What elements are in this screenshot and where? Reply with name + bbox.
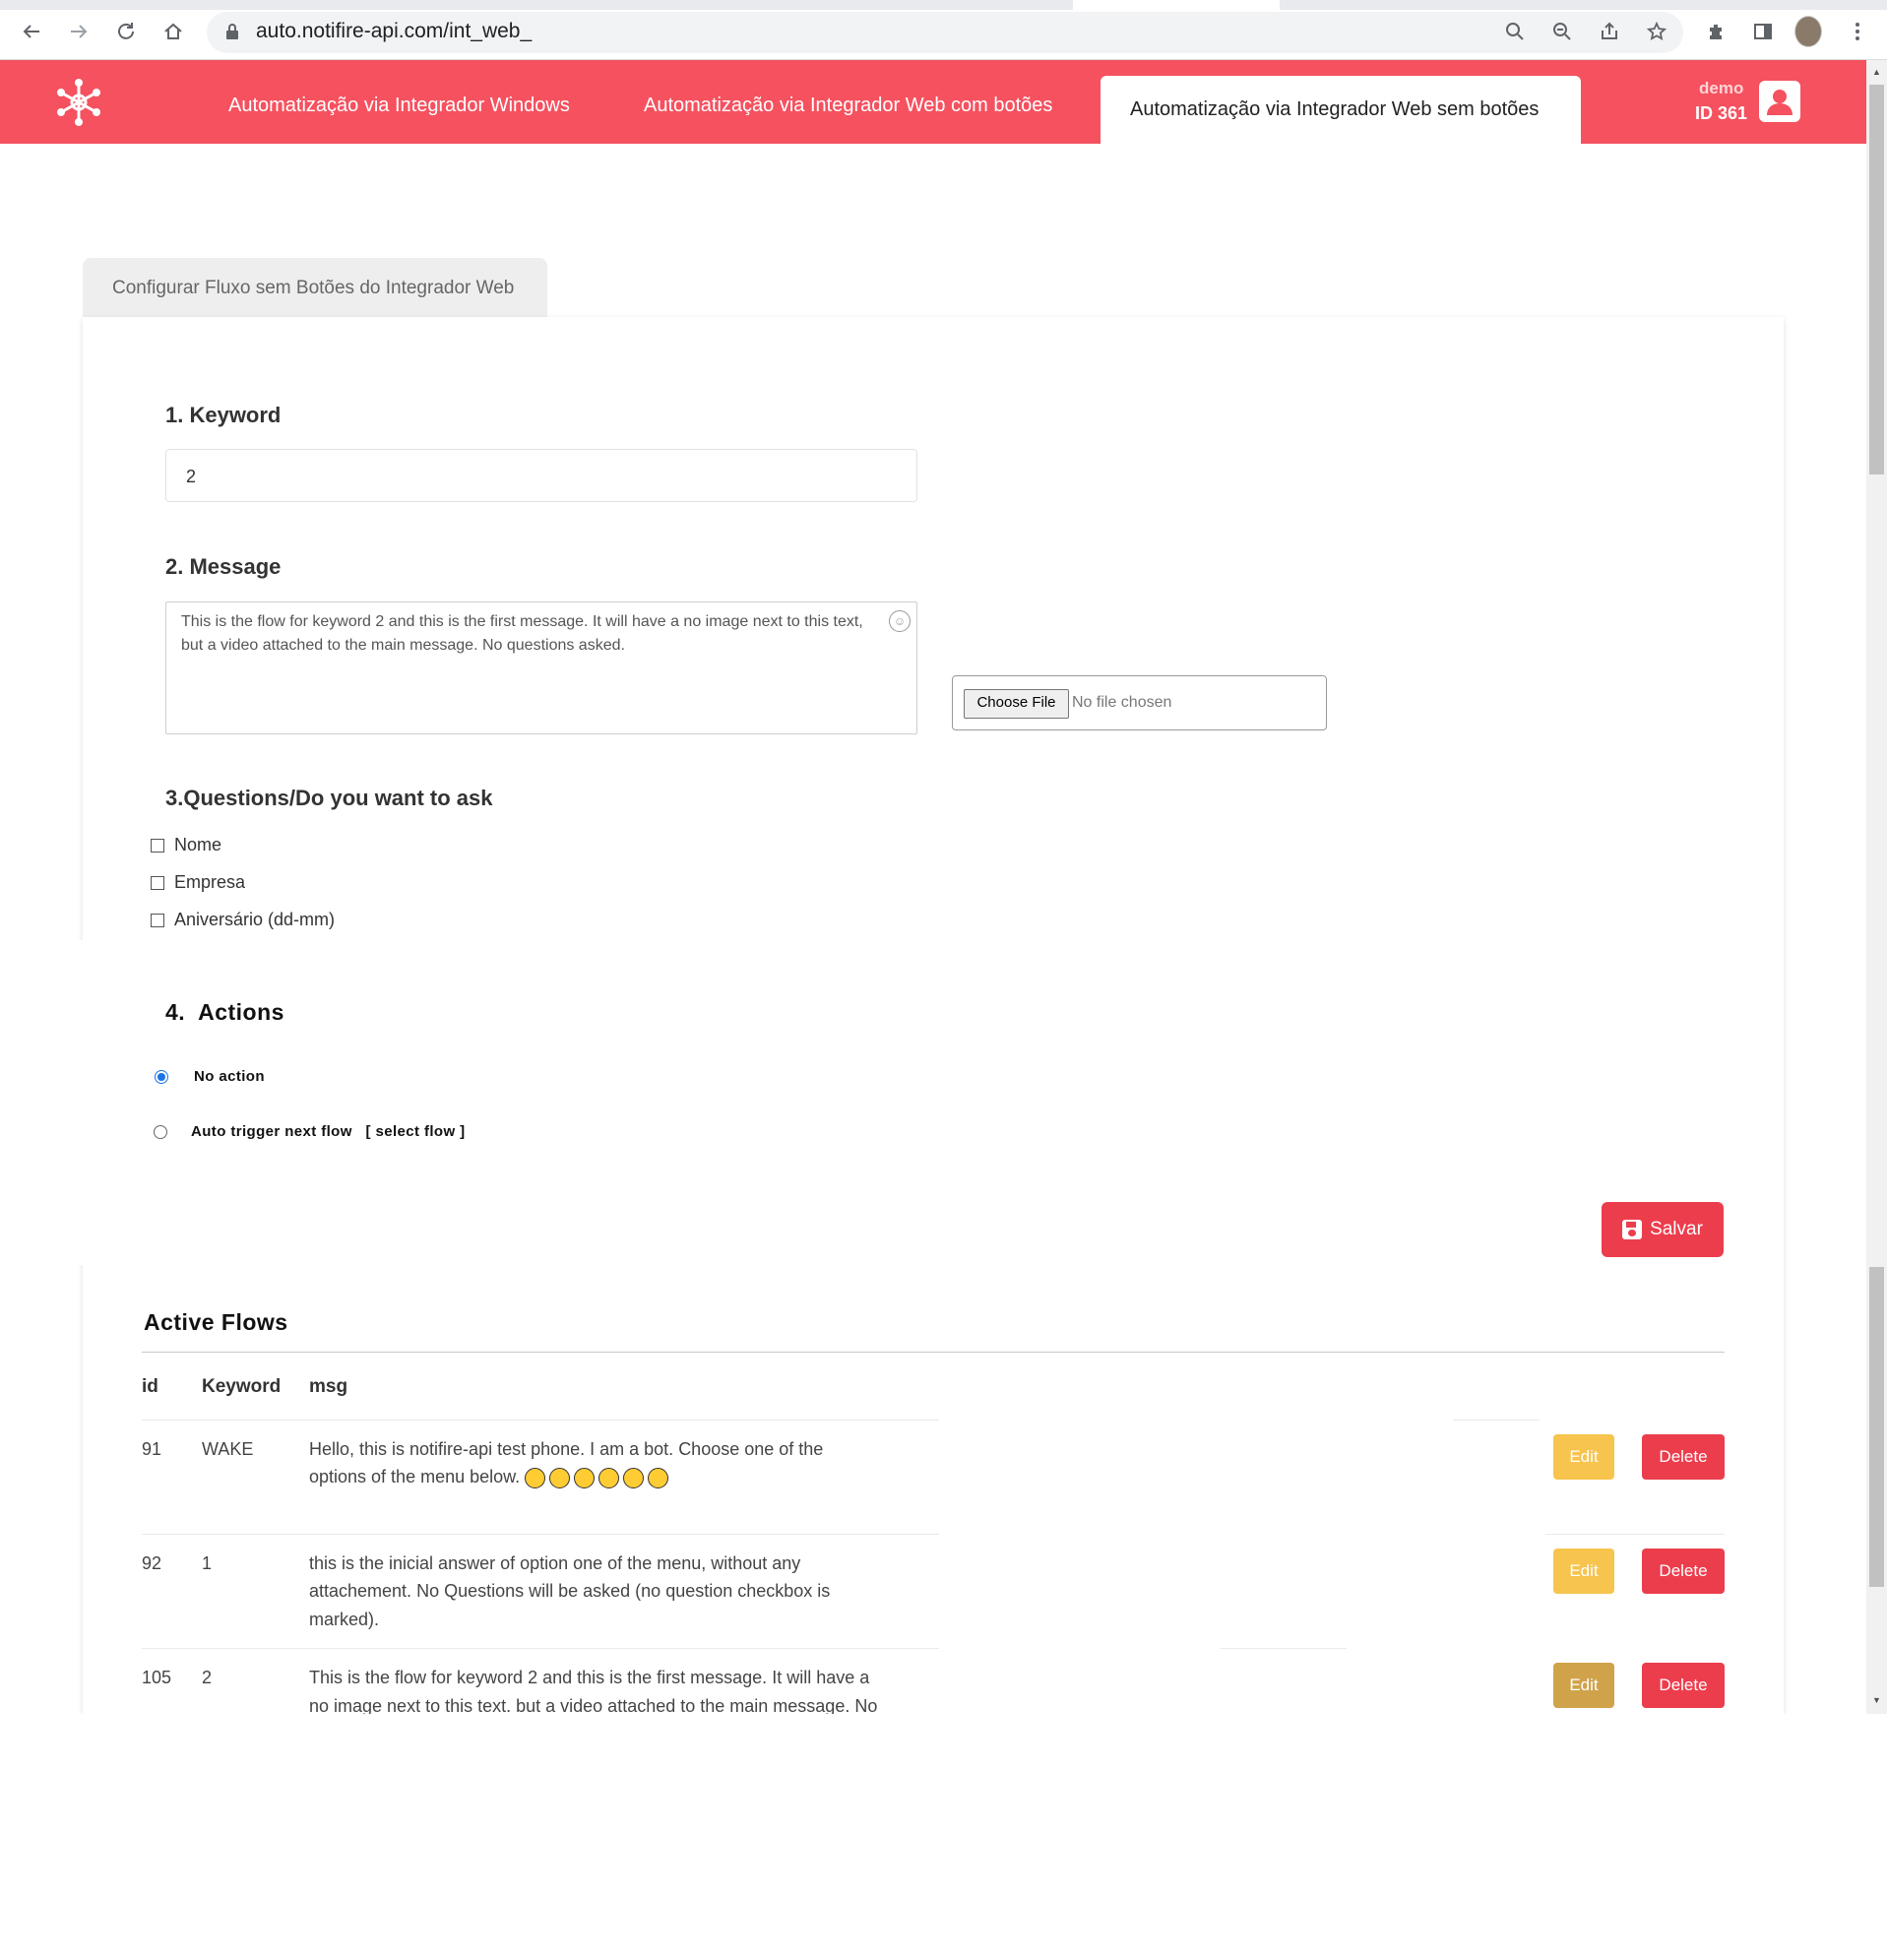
active-browser-tab[interactable]: [1073, 0, 1280, 10]
table-row-92-msg-line2: attachement. No Questions will be asked …: [309, 1581, 831, 1601]
innocent-emoji-icon: [598, 1467, 620, 1488]
tab-integrador-web-sem-botoes[interactable]: Automatização via Integrador Web sem bot…: [1130, 98, 1539, 121]
message-textarea[interactable]: This is the flow for keyword 2 and this …: [165, 601, 917, 734]
table-row-91-id: 91: [142, 1439, 162, 1459]
profile-avatar-icon[interactable]: [1794, 16, 1822, 47]
checkbox-label-nome: Nome: [174, 835, 222, 854]
table-row-92-keyword: 1: [202, 1553, 213, 1573]
edit-button[interactable]: Edit: [1553, 1434, 1614, 1480]
tab-integrador-windows[interactable]: Automatização via Integrador Windows: [228, 95, 570, 117]
scrollbar-thumb[interactable]: [1869, 85, 1884, 474]
table-row-105-keyword: 2: [202, 1668, 213, 1687]
message-label: 2. Message: [165, 554, 282, 579]
row-divider: [1221, 1648, 1347, 1649]
row-divider: [142, 1648, 939, 1649]
user-id: ID 361: [1695, 103, 1748, 123]
wink-emoji-icon: [623, 1467, 645, 1488]
reload-icon[interactable]: [112, 18, 140, 45]
table-row-91-keyword: WAKE: [202, 1439, 254, 1459]
table-row-92-msg-line1: this is the inicial answer of option one…: [309, 1553, 801, 1573]
tab-strip: [0, 0, 1887, 10]
edit-button[interactable]: Edit: [1553, 1663, 1614, 1708]
radio-no-action[interactable]: [155, 1070, 168, 1084]
side-panel-icon[interactable]: [1749, 18, 1777, 45]
smile-emoji-icon: [549, 1467, 571, 1488]
search-icon[interactable]: [1501, 18, 1529, 45]
no-file-text: No file chosen: [1072, 694, 1172, 711]
table-row-91-msg-line2: options of the menu below.: [309, 1463, 669, 1490]
back-icon[interactable]: [18, 18, 45, 45]
column-header-keyword: Keyword: [202, 1376, 282, 1397]
radio-auto-trigger[interactable]: [154, 1125, 167, 1139]
config-card: [83, 317, 1784, 1715]
checkbox-aniversario[interactable]: [151, 914, 164, 927]
card-edge-cover: [59, 940, 89, 1265]
keyword-label: 1. Keyword: [165, 403, 282, 427]
delete-button[interactable]: Delete: [1642, 1549, 1725, 1594]
row-divider: [1545, 1534, 1725, 1535]
scroll-up-icon[interactable]: ▲: [1869, 67, 1884, 81]
save-button[interactable]: Salvar: [1602, 1202, 1724, 1257]
delete-button[interactable]: Delete: [1642, 1663, 1725, 1708]
table-row-91-msg-line1: Hello, this is notifire-api test phone. …: [309, 1439, 824, 1459]
table-row-92-msg-line3: marked).: [309, 1610, 380, 1629]
grin-emoji-icon: [525, 1467, 546, 1488]
edit-button[interactable]: Edit: [1553, 1549, 1614, 1594]
menu-dots-icon[interactable]: [1844, 18, 1871, 45]
radio-label-no-action: No action: [194, 1068, 265, 1085]
checkbox-nome[interactable]: [151, 839, 164, 853]
extensions-icon[interactable]: [1702, 18, 1730, 45]
save-icon: [1622, 1220, 1643, 1239]
user-avatar-icon[interactable]: [1759, 81, 1800, 122]
row-divider: [1453, 1420, 1540, 1421]
zoom-out-icon[interactable]: [1548, 18, 1576, 45]
row-divider: [142, 1534, 939, 1535]
below-viewport-area: [0, 1714, 1887, 1960]
delete-button[interactable]: Delete: [1642, 1434, 1725, 1480]
section-tab-label[interactable]: Configurar Fluxo sem Botões do Integrado…: [112, 278, 514, 299]
active-flows-title: Active Flows: [144, 1309, 288, 1335]
save-button-label: Salvar: [1650, 1219, 1703, 1239]
row-divider: [142, 1420, 939, 1421]
bookmark-star-icon[interactable]: [1643, 18, 1670, 45]
keyword-input[interactable]: 2: [165, 449, 917, 502]
emoji-sequence: [525, 1467, 669, 1488]
lock-icon[interactable]: [219, 18, 246, 45]
active-flows-divider: [142, 1352, 1725, 1353]
checkbox-label-aniversario: Aniversário (dd-mm): [174, 910, 336, 929]
checkbox-label-empresa: Empresa: [174, 872, 246, 892]
url-text[interactable]: auto.notifire-api.com/int_web_: [256, 20, 532, 43]
column-header-id: id: [142, 1376, 158, 1397]
home-icon[interactable]: [159, 18, 187, 45]
column-header-msg: msg: [309, 1376, 348, 1397]
checkbox-empresa[interactable]: [151, 876, 164, 890]
tab-integrador-web-com-botoes[interactable]: Automatização via Integrador Web com bot…: [644, 95, 1052, 117]
table-row-105-id: 105: [142, 1668, 172, 1687]
network-logo-icon[interactable]: [51, 75, 106, 130]
table-row-91-msg-line2-text: options of the menu below.: [309, 1467, 521, 1486]
table-row-105-msg-line1: This is the flow for keyword 2 and this …: [309, 1668, 870, 1687]
smiley-emoji-icon: [574, 1467, 596, 1488]
scrollbar-thumb-lower[interactable]: [1869, 1267, 1884, 1587]
forward-icon[interactable]: [65, 18, 93, 45]
actions-label: 4. Actions: [165, 999, 284, 1025]
share-icon[interactable]: [1596, 18, 1623, 45]
scroll-down-icon[interactable]: ▼: [1869, 1695, 1884, 1709]
emoji-picker-icon[interactable]: ☺: [889, 610, 911, 632]
table-row-92-id: 92: [142, 1553, 162, 1573]
choose-file-button[interactable]: Choose File: [964, 689, 1069, 719]
radio-label-auto-trigger: Auto trigger next flow [ select flow ]: [191, 1123, 466, 1140]
questions-label: 3.Questions/Do you want to ask: [165, 786, 493, 810]
user-name: demo: [1699, 79, 1744, 97]
yum-emoji-icon: [648, 1467, 669, 1488]
